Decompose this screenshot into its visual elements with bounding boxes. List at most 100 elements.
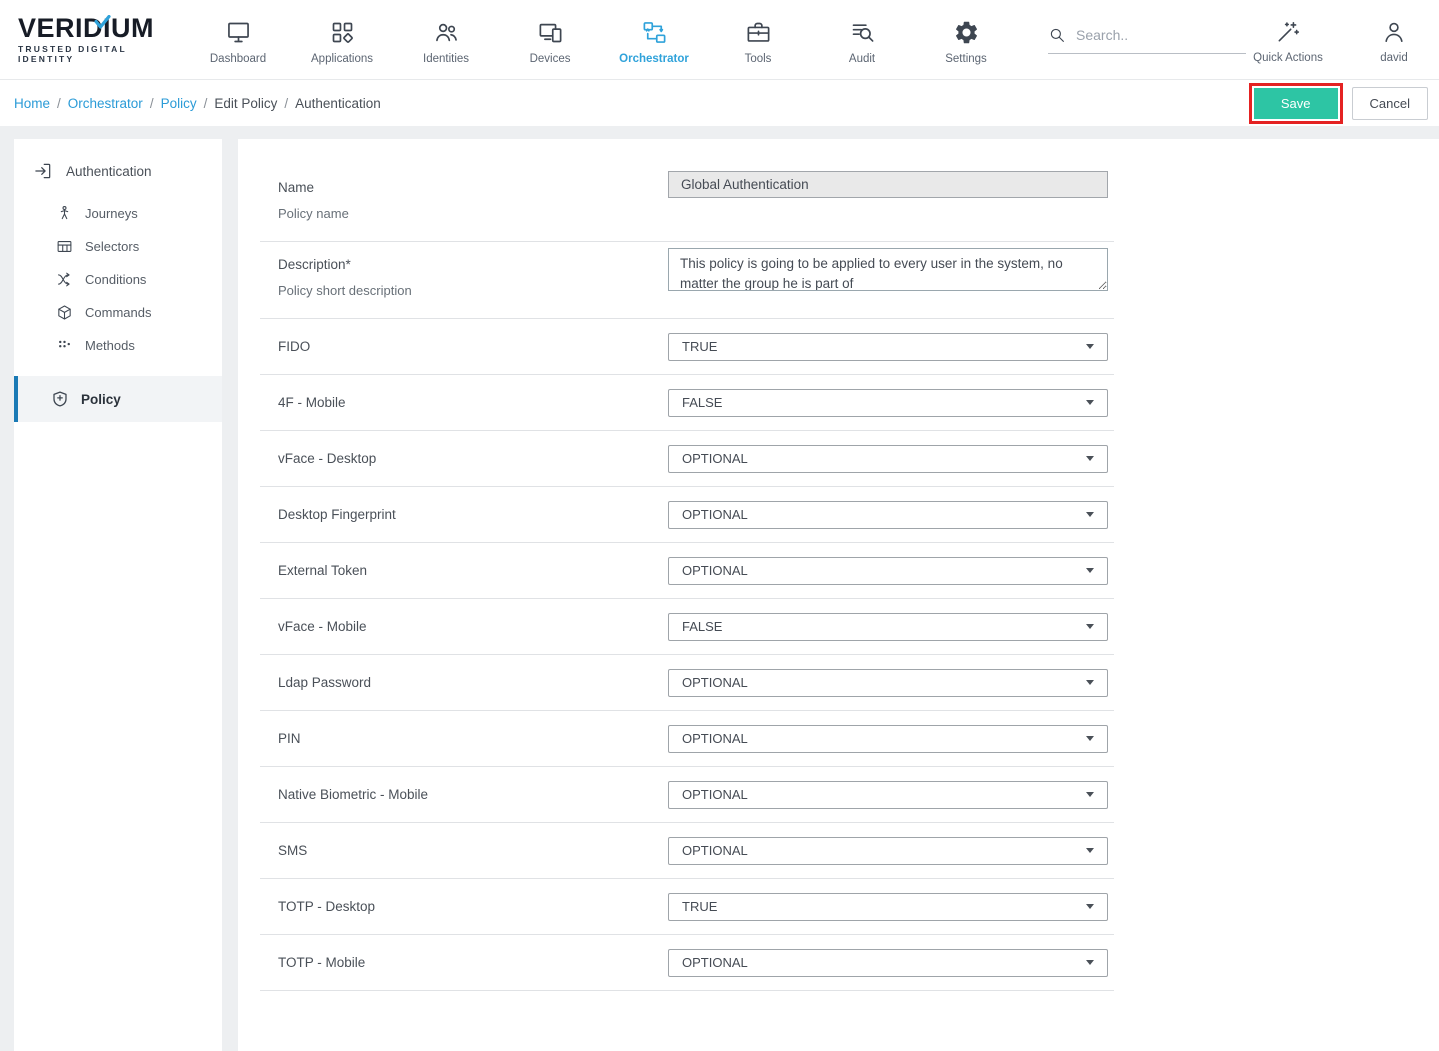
search-input[interactable] — [1076, 27, 1246, 43]
chevron-down-icon — [1086, 344, 1094, 349]
native-biometric-mobile-dropdown[interactable]: OPTIONAL — [668, 781, 1108, 809]
field-row-4f-mobile: 4F - MobileFALSE — [238, 375, 1439, 430]
sidebar-active-label: Policy — [81, 392, 121, 407]
field-label: FIDO — [278, 339, 668, 354]
nav-item-label: Orchestrator — [619, 53, 689, 65]
nav-item-dashboard[interactable]: Dashboard — [186, 15, 290, 65]
sidebar-item-journeys[interactable]: Journeys — [14, 197, 222, 230]
top-bar: VERIDIUM TRUSTED DIGITAL IDENTITY Dashbo… — [0, 0, 1439, 80]
field-label: PIN — [278, 731, 668, 746]
dropdown-selected-value: OPTIONAL — [682, 563, 748, 578]
nav-item-label: Devices — [530, 53, 571, 65]
breadcrumb-separator: / — [150, 96, 154, 111]
sidebar-item-commands[interactable]: Commands — [14, 296, 222, 329]
save-highlight-box: Save — [1249, 83, 1343, 124]
quick-actions-button-label: Quick Actions — [1253, 52, 1323, 64]
vface-desktop-dropdown[interactable]: OPTIONAL — [668, 445, 1108, 473]
pin-dropdown[interactable]: OPTIONAL — [668, 725, 1108, 753]
brand-tagline: TRUSTED DIGITAL IDENTITY — [18, 44, 154, 64]
top-right-actions: Quick Actions david — [1246, 15, 1436, 64]
row-divider — [260, 990, 1114, 991]
sidebar-item-policy-active[interactable]: Policy — [14, 376, 222, 422]
description-field-row: Description* Policy short description Th… — [238, 242, 1439, 318]
vface-mobile-dropdown[interactable]: FALSE — [668, 613, 1108, 641]
quick-actions-button[interactable]: Quick Actions — [1246, 15, 1330, 64]
tools-icon — [745, 19, 772, 46]
field-row-native-biometric-mobile: Native Biometric - MobileOPTIONAL — [238, 767, 1439, 822]
field-row-totp-desktop: TOTP - DesktopTRUE — [238, 879, 1439, 934]
nav-item-devices[interactable]: Devices — [498, 15, 602, 65]
nav-item-label: Audit — [849, 53, 875, 65]
sidebar-item-selectors[interactable]: Selectors — [14, 230, 222, 263]
external-token-dropdown[interactable]: OPTIONAL — [668, 557, 1108, 585]
chevron-down-icon — [1086, 568, 1094, 573]
sidebar-item-methods[interactable]: Methods — [14, 329, 222, 362]
sidebar-item-conditions[interactable]: Conditions — [14, 263, 222, 296]
4f-mobile-dropdown[interactable]: FALSE — [668, 389, 1108, 417]
nav-item-label: Tools — [745, 53, 772, 65]
shield-icon — [51, 390, 69, 408]
cancel-button[interactable]: Cancel — [1352, 87, 1428, 120]
settings-gear-icon — [953, 19, 980, 46]
nav-item-tools[interactable]: Tools — [706, 15, 810, 65]
nav-item-label: Identities — [423, 53, 469, 65]
fido-dropdown[interactable]: TRUE — [668, 333, 1108, 361]
nav-item-settings[interactable]: Settings — [914, 15, 1018, 65]
policy-name-input[interactable] — [668, 171, 1108, 198]
field-label: vFace - Desktop — [278, 451, 668, 466]
brand-name: VERIDIUM — [18, 13, 154, 43]
description-sublabel: Policy short description — [278, 283, 668, 298]
field-row-ldap-password: Ldap PasswordOPTIONAL — [238, 655, 1439, 710]
user-menu-label: david — [1380, 52, 1408, 64]
field-row-pin: PIN OPTIONAL — [238, 711, 1439, 766]
nav-item-orchestrator[interactable]: Orchestrator — [602, 15, 706, 65]
methods-icon — [56, 337, 73, 354]
sidebar-item-authentication[interactable]: Authentication — [14, 139, 222, 197]
nav-item-identities[interactable]: Identities — [394, 15, 498, 65]
dropdown-selected-value: OPTIONAL — [682, 843, 748, 858]
nav-item-label: Dashboard — [210, 53, 266, 65]
dropdown-selected-value: OPTIONAL — [682, 731, 748, 746]
chevron-down-icon — [1086, 400, 1094, 405]
nav-item-audit[interactable]: Audit — [810, 15, 914, 65]
ldap-password-dropdown[interactable]: OPTIONAL — [668, 669, 1108, 697]
sms-dropdown[interactable]: OPTIONAL — [668, 837, 1108, 865]
breadcrumb-separator: / — [284, 96, 288, 111]
chevron-down-icon — [1086, 848, 1094, 853]
totp-mobile-dropdown[interactable]: OPTIONAL — [668, 949, 1108, 977]
magic-wand-icon — [1275, 19, 1301, 45]
journeys-icon — [56, 205, 73, 222]
sidebar-item-label: Selectors — [85, 239, 139, 254]
description-label: Description* — [278, 257, 668, 272]
commands-icon — [56, 304, 73, 321]
applications-icon — [329, 19, 356, 46]
nav-item-applications[interactable]: Applications — [290, 15, 394, 65]
orchestrator-icon — [641, 19, 668, 46]
sidebar-header-label: Authentication — [66, 164, 152, 179]
main-panel: Name Policy name Description* Policy sho… — [238, 139, 1439, 1051]
desktop-fingerprint-dropdown[interactable]: OPTIONAL — [668, 501, 1108, 529]
dropdown-selected-value: OPTIONAL — [682, 955, 748, 970]
user-menu[interactable]: david — [1352, 15, 1436, 64]
page-actions: Save Cancel — [1249, 83, 1428, 124]
dropdown-selected-value: OPTIONAL — [682, 451, 748, 466]
totp-desktop-dropdown[interactable]: TRUE — [668, 893, 1108, 921]
save-button[interactable]: Save — [1254, 88, 1338, 119]
breadcrumb-home[interactable]: Home — [14, 96, 50, 111]
policy-description-textarea[interactable]: This policy is going to be applied to ev… — [668, 248, 1108, 291]
brand-logo[interactable]: VERIDIUM TRUSTED DIGITAL IDENTITY — [18, 15, 154, 64]
breadcrumb-orchestrator[interactable]: Orchestrator — [68, 96, 143, 111]
chevron-down-icon — [1086, 680, 1094, 685]
dropdown-selected-value: TRUE — [682, 899, 717, 914]
chevron-down-icon — [1086, 736, 1094, 741]
brand-check-icon — [94, 8, 111, 35]
selectors-icon — [56, 238, 73, 255]
dropdown-selected-value: OPTIONAL — [682, 675, 748, 690]
chevron-down-icon — [1086, 512, 1094, 517]
policy-option-rows: FIDOTRUE4F - MobileFALSEvFace - DesktopO… — [238, 319, 1439, 991]
breadcrumb-policy[interactable]: Policy — [161, 96, 197, 111]
dropdown-selected-value: OPTIONAL — [682, 507, 748, 522]
dropdown-selected-value: OPTIONAL — [682, 787, 748, 802]
dropdown-selected-value: FALSE — [682, 395, 722, 410]
name-field-row: Name Policy name — [238, 165, 1439, 241]
